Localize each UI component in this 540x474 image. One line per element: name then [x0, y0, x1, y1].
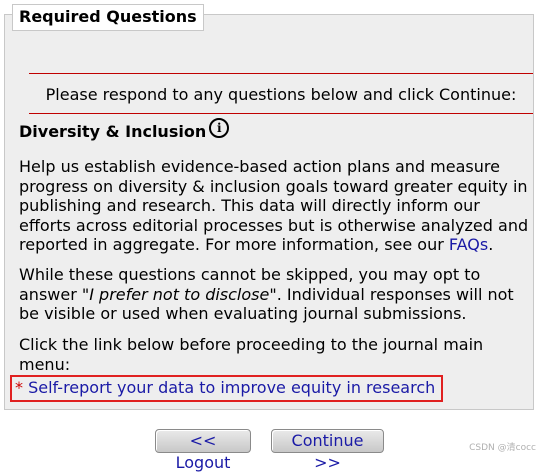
required-asterisk: *: [15, 378, 23, 397]
watermark: CSDN @清cocc: [469, 443, 536, 453]
logout-button[interactable]: << Logout: [155, 429, 251, 472]
required-questions-panel: Please respond to any questions below an…: [4, 14, 534, 410]
description-end: .: [488, 235, 494, 254]
description-paragraph: Help us establish evidence-based action …: [19, 157, 535, 255]
skip-info-paragraph: While these questions cannot be skipped,…: [19, 265, 535, 324]
skip-info-quote: "I prefer not to disclose": [81, 284, 277, 304]
panel-legend: Required Questions: [12, 4, 204, 31]
info-icon[interactable]: i: [209, 118, 230, 138]
section-title-text: Diversity & Inclusion: [19, 122, 207, 141]
divider-bottom: [29, 113, 533, 114]
instruction-text: Please respond to any questions below an…: [45, 85, 517, 104]
continue-button[interactable]: Continue >>: [271, 429, 384, 472]
proceed-instruction: Click the link below before proceeding t…: [19, 335, 484, 374]
section-title: Diversity & Inclusion i: [19, 118, 230, 143]
faqs-link[interactable]: FAQs: [449, 235, 488, 254]
self-report-link-box: * Self-report your data to improve equit…: [10, 375, 444, 402]
divider-top: [29, 73, 533, 74]
self-report-link[interactable]: Self-report your data to improve equity …: [28, 378, 435, 397]
